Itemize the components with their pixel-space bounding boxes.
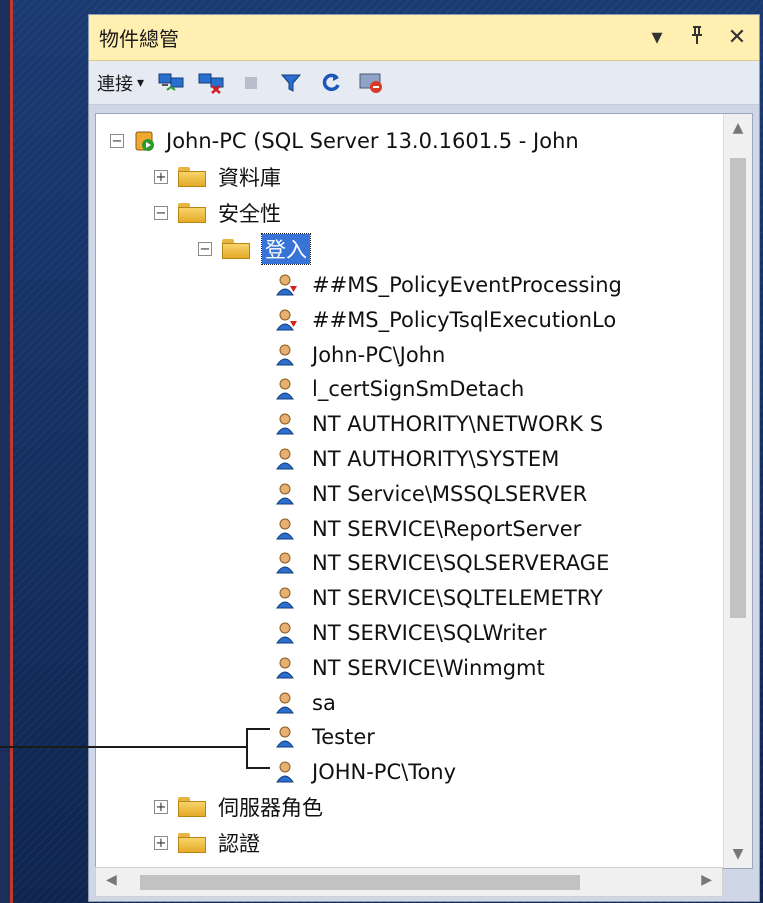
login-item[interactable]: NT SERVICE\SQLTELEMETRY	[276, 581, 603, 615]
user-icon	[276, 622, 294, 644]
expand-toggle[interactable]: +	[154, 800, 168, 814]
login-label: NT SERVICE\SQLWriter	[312, 621, 547, 645]
filter-icon[interactable]	[278, 71, 304, 95]
folder-icon	[178, 203, 206, 223]
folder-icon	[178, 833, 206, 853]
login-label: NT AUTHORITY\NETWORK S	[312, 412, 604, 437]
user-icon	[276, 726, 294, 748]
login-item[interactable]: NT AUTHORITY\NETWORK S	[276, 407, 603, 441]
horizontal-scrollbar[interactable]: ◀ ▶	[95, 867, 723, 897]
dropdown-icon[interactable]: ▾	[645, 25, 669, 51]
credentials-label: 認證	[218, 832, 260, 856]
login-label: ##MS_PolicyEventProcessing	[312, 273, 622, 297]
server-roles-label: 伺服器角色	[218, 796, 323, 820]
callout-line	[0, 746, 248, 748]
user-icon	[276, 518, 294, 540]
user-icon	[276, 483, 294, 505]
expand-toggle[interactable]: +	[154, 836, 168, 850]
expand-toggle[interactable]: +	[154, 170, 168, 184]
login-label: ##MS_PolicyTsqlExecutionLo	[312, 307, 617, 332]
panel-title: 物件總管	[99, 27, 179, 51]
folder-icon	[222, 239, 250, 259]
login-item[interactable]: NT Service\MSSQLSERVER	[276, 477, 587, 511]
pin-icon[interactable]	[685, 25, 709, 51]
vertical-scrollbar[interactable]: ▲ ▼	[723, 114, 752, 868]
disabled-user-icon	[276, 309, 297, 331]
login-item[interactable]: NT AUTHORITY\SYSTEM	[276, 442, 559, 476]
login-label: JOHN-PC\Tony	[312, 760, 457, 785]
connect-icon[interactable]	[158, 71, 184, 95]
login-label: Tester	[312, 725, 375, 750]
collapse-toggle[interactable]: −	[154, 206, 168, 220]
user-icon	[276, 761, 294, 783]
collapse-toggle[interactable]: −	[198, 242, 212, 256]
user-icon	[276, 448, 294, 470]
close-icon[interactable]: ✕	[725, 25, 749, 51]
tree-node-security[interactable]: − 安全性	[154, 196, 281, 230]
login-label: NT SERVICE\ReportServer	[312, 516, 582, 541]
disabled-user-icon	[276, 274, 297, 296]
disconnect-icon[interactable]	[198, 71, 224, 95]
left-border-accent	[0, 0, 13, 903]
callout-bracket-bottom	[246, 767, 270, 769]
scroll-up-icon[interactable]: ▲	[724, 120, 752, 136]
login-label: NT SERVICE\SQLTELEMETRY	[312, 586, 603, 611]
tree-node-databases[interactable]: + 資料庫	[154, 160, 281, 194]
collapse-toggle[interactable]: −	[110, 134, 124, 148]
login-item[interactable]: NT SERVICE\Winmgmt	[276, 651, 545, 685]
login-item[interactable]: Tester	[276, 720, 375, 754]
login-label: NT SERVICE\SQLSERVERAGE	[312, 551, 610, 576]
vertical-scroll-thumb[interactable]	[730, 158, 746, 618]
chevron-down-icon: ▾	[137, 74, 145, 91]
horizontal-scroll-thumb[interactable]	[140, 875, 580, 890]
folder-icon	[178, 797, 206, 817]
login-item[interactable]: NT SERVICE\SQLWriter	[276, 616, 547, 650]
stop-icon	[238, 71, 264, 95]
tree-node-logins[interactable]: − 登入	[198, 232, 311, 266]
login-item[interactable]: NT SERVICE\SQLSERVERAGE	[276, 546, 609, 580]
user-icon	[276, 378, 294, 400]
connect-button[interactable]: 連接 ▾	[97, 70, 144, 96]
login-item[interactable]: l_certSignSmDetach	[276, 372, 524, 406]
login-label: NT Service\MSSQLSERVER	[312, 481, 588, 506]
login-item[interactable]: ##MS_PolicyEventProcessing	[276, 268, 622, 302]
login-label: sa	[312, 690, 336, 715]
user-icon	[276, 692, 294, 714]
user-icon	[276, 413, 294, 435]
server-label: John-PC (SQL Server 13.0.1601.5 - John	[166, 129, 579, 153]
login-label: NT AUTHORITY\SYSTEM	[312, 447, 560, 471]
refresh-icon[interactable]	[318, 71, 344, 95]
user-icon	[276, 552, 294, 574]
panel-toolbar: 連接 ▾	[89, 61, 759, 105]
login-item[interactable]: John-PC\John	[276, 338, 445, 372]
tree-node-server-roles[interactable]: + 伺服器角色	[154, 790, 323, 824]
tree-node-server[interactable]: − John-PC (SQL Server 13.0.1601.5 - John	[110, 124, 579, 158]
folder-icon	[178, 167, 206, 187]
sql-server-icon	[135, 131, 154, 151]
connect-label: 連接	[97, 73, 133, 95]
scroll-right-icon[interactable]: ▶	[701, 872, 712, 888]
databases-label: 資料庫	[218, 166, 281, 190]
user-icon	[276, 657, 294, 679]
user-icon	[276, 344, 294, 366]
login-item[interactable]: JOHN-PC\Tony	[276, 755, 456, 789]
login-label: l_certSignSmDetach	[312, 377, 525, 402]
login-item[interactable]: sa	[276, 686, 336, 720]
user-icon	[276, 587, 294, 609]
scroll-left-icon[interactable]: ◀	[106, 872, 117, 888]
security-label: 安全性	[218, 202, 281, 226]
scroll-down-icon[interactable]: ▼	[724, 846, 752, 862]
activity-monitor-icon[interactable]	[358, 71, 384, 95]
callout-bracket-top	[246, 728, 270, 730]
object-explorer-panel: 物件總管 ▾ ✕ 連接 ▾ − John-PC (SQL Server 13.0…	[88, 14, 760, 902]
login-label: John-PC\John	[312, 342, 446, 367]
login-item[interactable]: ##MS_PolicyTsqlExecutionLo	[276, 303, 616, 337]
object-tree: − John-PC (SQL Server 13.0.1601.5 - John…	[95, 113, 753, 869]
logins-label: 登入	[261, 233, 311, 265]
login-item[interactable]: NT SERVICE\ReportServer	[276, 512, 581, 546]
tree-node-credentials[interactable]: + 認證	[154, 826, 260, 860]
login-label: NT SERVICE\Winmgmt	[312, 655, 545, 680]
panel-titlebar: 物件總管 ▾ ✕	[89, 15, 759, 61]
callout-bracket	[246, 728, 248, 768]
